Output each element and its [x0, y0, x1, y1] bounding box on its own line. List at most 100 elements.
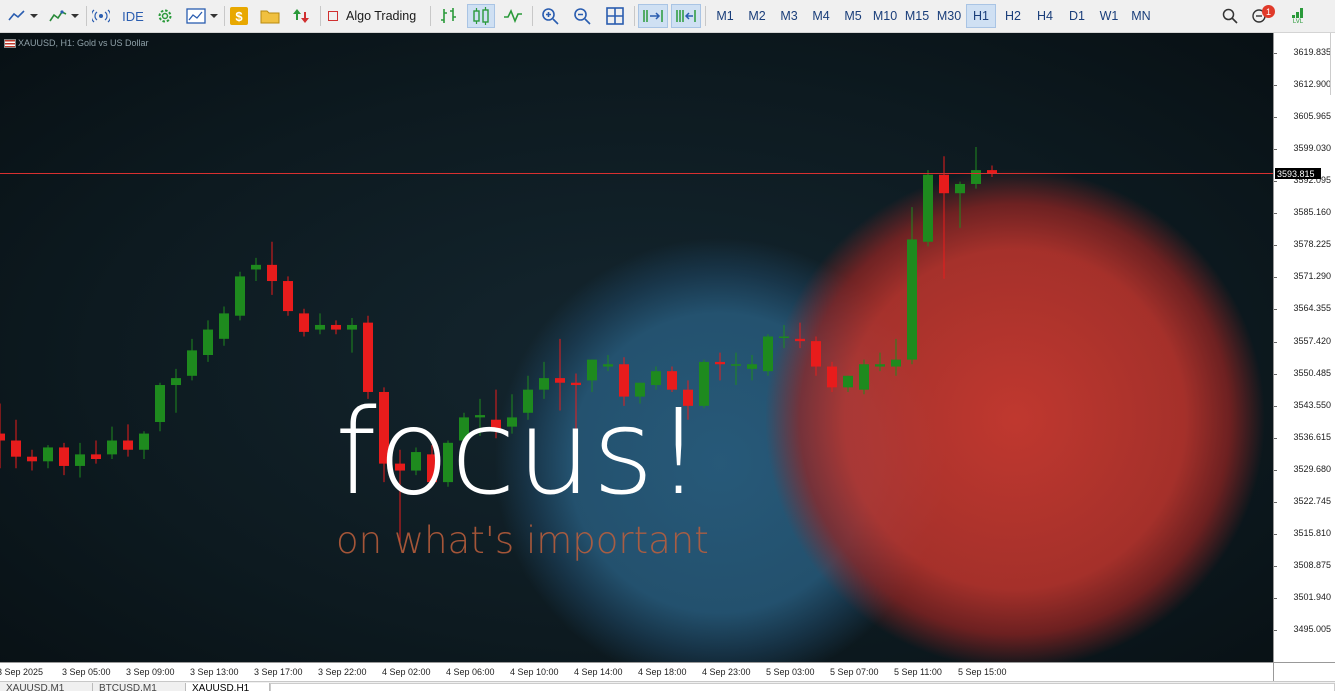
wallpaper-title: focus! — [335, 383, 704, 521]
timeframe-m30[interactable]: M30 — [934, 4, 964, 28]
candle-body — [219, 313, 229, 339]
candle — [155, 382, 165, 432]
timeframe-m3[interactable]: M3 — [774, 4, 804, 28]
candle-body — [299, 313, 309, 332]
price-tick-label: 3501.940 — [1293, 591, 1331, 602]
timeframe-m1[interactable]: M1 — [710, 4, 740, 28]
dollar-icon[interactable]: $ — [228, 4, 250, 28]
line-type-icon[interactable] — [500, 4, 526, 28]
timeframe-w1[interactable]: W1 — [1094, 4, 1124, 28]
candle — [731, 352, 741, 386]
price-tick-mark — [1274, 117, 1277, 119]
candle-body — [139, 433, 149, 450]
candle — [203, 320, 213, 362]
timeframe-m10[interactable]: M10 — [870, 4, 900, 28]
line-chart-icon[interactable] — [6, 4, 28, 28]
settings-gear-icon[interactable] — [154, 4, 176, 28]
indicators-dropdown[interactable] — [69, 4, 81, 28]
search-icon[interactable] — [1220, 4, 1240, 28]
tab-btcusd-m1[interactable]: BTCUSD,M1 — [93, 683, 186, 691]
zoom-out-icon[interactable] — [570, 4, 594, 28]
price-tick-mark — [1274, 469, 1277, 471]
timeframe-h4[interactable]: H4 — [1030, 4, 1060, 28]
templates-icon[interactable] — [184, 4, 208, 28]
ide-button[interactable]: IDE — [118, 4, 148, 28]
price-tick-mark — [1274, 597, 1277, 599]
candle — [875, 352, 885, 372]
signal-label: LVL — [1292, 18, 1304, 25]
indicators-icon[interactable] — [47, 4, 69, 28]
tab-xauusd-m1[interactable]: XAUUSD,M1 — [0, 683, 93, 691]
price-tick-label: 3529.680 — [1293, 463, 1331, 474]
candle — [11, 419, 21, 469]
candle-body — [331, 324, 341, 330]
folder-icon[interactable] — [258, 4, 282, 28]
time-axis[interactable]: 3 Sep 2025 3 Sep 05:00 3 Sep 09:00 3 Sep 13… — [0, 662, 1273, 681]
zoom-in-icon[interactable] — [538, 4, 562, 28]
candle — [779, 324, 789, 349]
time-tick-label: 4 Sep 18:00 — [638, 667, 687, 677]
timeframe-mn[interactable]: MN — [1126, 4, 1156, 28]
tile-windows-icon[interactable] — [603, 4, 627, 28]
price-tick-label: 3508.875 — [1293, 559, 1331, 570]
signals-icon[interactable] — [90, 4, 112, 28]
price-tick-mark — [1274, 341, 1277, 343]
candle — [715, 352, 725, 381]
time-tick-label: 5 Sep 03:00 — [766, 667, 815, 677]
candlestick-chart-icon[interactable] — [467, 4, 495, 28]
tab-xauusd-h1[interactable]: XAUUSD,H1 — [186, 683, 270, 691]
chart-area[interactable]: XAUUSD, H1: Gold vs US Dollar focus! on … — [0, 33, 1273, 662]
timeframe-m15[interactable]: M15 — [902, 4, 932, 28]
chart-shift-icon[interactable] — [671, 4, 701, 28]
current-price-label: 3593.815 — [1275, 168, 1321, 180]
candle — [891, 338, 901, 376]
candle — [827, 361, 837, 392]
us-flag-icon — [4, 39, 16, 48]
time-tick-label: 4 Sep 10:00 — [510, 667, 559, 677]
horizontal-scrollbar[interactable] — [270, 683, 1335, 691]
timeframe-m4[interactable]: M4 — [806, 4, 836, 28]
candle-body — [267, 264, 277, 282]
algo-trading-button[interactable]: Algo Trading — [328, 4, 424, 28]
price-axis[interactable]: 3619.835 3612.900 3605.965 3599.030 3592.095… — [1273, 33, 1335, 662]
price-tick-mark — [1274, 181, 1277, 183]
price-tick-mark — [1274, 373, 1277, 375]
candle-body — [187, 350, 197, 376]
candle — [267, 241, 277, 295]
trade-arrows-icon[interactable] — [290, 4, 312, 28]
candle-body — [971, 170, 981, 184]
time-tick-label: 3 Sep 2025 — [0, 667, 44, 677]
price-tick-mark — [1274, 501, 1277, 503]
bar-chart-icon[interactable] — [436, 4, 462, 28]
timeframe-m2[interactable]: M2 — [742, 4, 772, 28]
candle — [187, 338, 197, 381]
price-tick-mark — [1274, 405, 1277, 407]
chart-tabs: XAUUSD,M1 BTCUSD,M1 XAUUSD,H1 — [0, 681, 1335, 691]
candle-body — [923, 174, 933, 242]
candle — [235, 271, 245, 321]
candle — [0, 403, 5, 469]
notifications-badge: 1 — [1262, 5, 1275, 18]
chart-type-dropdown[interactable] — [28, 4, 40, 28]
candle-body — [27, 456, 37, 462]
candle — [171, 368, 181, 413]
timeframe-d1[interactable]: D1 — [1062, 4, 1092, 28]
auto-scroll-icon[interactable] — [638, 4, 668, 28]
candle — [123, 424, 133, 457]
timeframe-m5[interactable]: M5 — [838, 4, 868, 28]
price-tick-label: 3612.900 — [1293, 79, 1331, 90]
candle-body — [235, 276, 245, 316]
candle-body — [875, 364, 885, 367]
candle-body — [315, 324, 325, 330]
price-tick-mark — [1274, 85, 1277, 87]
timeframe-h2[interactable]: H2 — [998, 4, 1028, 28]
price-tick-mark — [1274, 565, 1277, 567]
signal-strength-icon[interactable]: LVL — [1286, 4, 1310, 28]
timeframe-h1[interactable]: H1 — [966, 4, 996, 28]
vertical-scrollbar[interactable] — [1330, 33, 1335, 95]
price-tick-label: 3522.745 — [1293, 495, 1331, 506]
time-tick-label: 4 Sep 14:00 — [574, 667, 623, 677]
price-tick-label: 3536.615 — [1293, 431, 1331, 442]
templates-dropdown[interactable] — [208, 4, 220, 28]
candle-body — [763, 336, 773, 372]
